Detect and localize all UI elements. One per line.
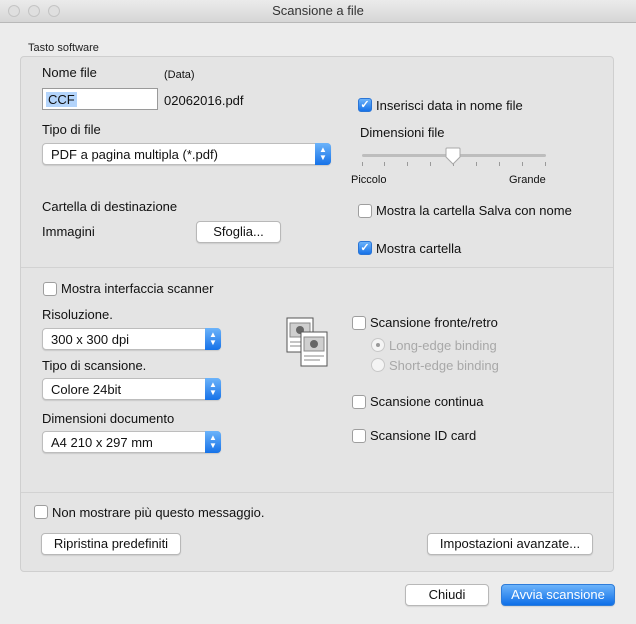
insert-date-label: Inserisci data in nome file [376, 98, 523, 113]
chevron-updown-icon: ▲ ▼ [315, 143, 331, 165]
file-size-label: Dimensioni file [360, 125, 445, 140]
slider-tick [362, 162, 363, 166]
chevron-updown-icon: ▲ ▼ [205, 431, 221, 453]
slider-tick [499, 162, 500, 166]
show-interface-checkbox[interactable] [43, 282, 57, 296]
size-min-label: Piccolo [351, 174, 387, 186]
date-value: 02062016.pdf [164, 93, 244, 108]
file-name-label: Nome file [42, 65, 97, 80]
start-scan-button[interactable]: Avvia scansione [501, 584, 615, 606]
window-title: Scansione a file [272, 3, 364, 18]
show-interface-label: Mostra interfaccia scanner [61, 281, 214, 296]
divider [21, 267, 613, 268]
chevron-updown-icon: ▲ ▼ [205, 328, 221, 350]
chevron-updown-icon: ▲ ▼ [205, 378, 221, 400]
browse-button[interactable]: Sfoglia... [196, 221, 281, 243]
file-size-slider-thumb[interactable] [444, 147, 462, 165]
slider-tick [522, 162, 523, 166]
insert-date-checkbox[interactable]: ✓ [358, 98, 372, 112]
continuous-scan-checkbox[interactable] [352, 395, 366, 409]
slider-tick [407, 162, 408, 166]
divider [21, 492, 613, 493]
long-edge-radio[interactable] [371, 338, 385, 352]
size-max-label: Grande [509, 174, 546, 186]
slider-tick [476, 162, 477, 166]
close-button[interactable]: Chiudi [405, 584, 489, 606]
show-save-as-checkbox[interactable] [358, 204, 372, 218]
scan-type-value: Colore 24bit [51, 382, 122, 397]
dont-show-checkbox[interactable] [34, 505, 48, 519]
long-edge-label: Long-edge binding [389, 338, 497, 353]
file-name-input[interactable]: CCF [42, 88, 158, 110]
continuous-scan-label: Scansione continua [370, 394, 484, 409]
file-type-select[interactable]: PDF a pagina multipla (*.pdf) ▲ ▼ [42, 143, 331, 165]
doc-size-select[interactable]: A4 210 x 297 mm ▲ ▼ [42, 431, 221, 453]
advanced-settings-button[interactable]: Impostazioni avanzate... [427, 533, 593, 555]
duplex-label: Scansione fronte/retro [370, 315, 498, 330]
show-folder-checkbox[interactable]: ✓ [358, 241, 372, 255]
dont-show-label: Non mostrare più questo messaggio. [52, 505, 265, 520]
slider-tick [545, 162, 546, 166]
resolution-label: Risoluzione. [42, 307, 113, 322]
id-card-label: Scansione ID card [370, 428, 477, 443]
show-save-as-label: Mostra la cartella Salva con nome [376, 203, 572, 218]
duplex-pages-icon [286, 317, 328, 367]
date-label: (Data) [164, 69, 195, 81]
id-card-checkbox[interactable] [352, 429, 366, 443]
destination-label: Cartella di destinazione [42, 199, 178, 214]
show-folder-label: Mostra cartella [376, 241, 462, 256]
file-type-value: PDF a pagina multipla (*.pdf) [51, 147, 218, 162]
scan-type-select[interactable]: Colore 24bit ▲ ▼ [42, 378, 221, 400]
doc-size-label: Dimensioni documento [42, 411, 175, 426]
restore-defaults-button[interactable]: Ripristina predefiniti [41, 533, 181, 555]
scan-type-label: Tipo di scansione. [42, 358, 147, 373]
destination-value: Immagini [42, 224, 95, 239]
short-edge-radio[interactable] [371, 358, 385, 372]
resolution-value: 300 x 300 dpi [51, 332, 130, 347]
file-name-value: CCF [46, 92, 77, 107]
resolution-select[interactable]: 300 x 300 dpi ▲ ▼ [42, 328, 221, 350]
slider-tick [384, 162, 385, 166]
slider-tick [430, 162, 431, 166]
doc-size-value: A4 210 x 297 mm [51, 435, 153, 450]
duplex-checkbox[interactable] [352, 316, 366, 330]
short-edge-label: Short-edge binding [389, 358, 499, 373]
file-type-label: Tipo di file [42, 122, 101, 137]
section-label: Tasto software [28, 42, 99, 54]
